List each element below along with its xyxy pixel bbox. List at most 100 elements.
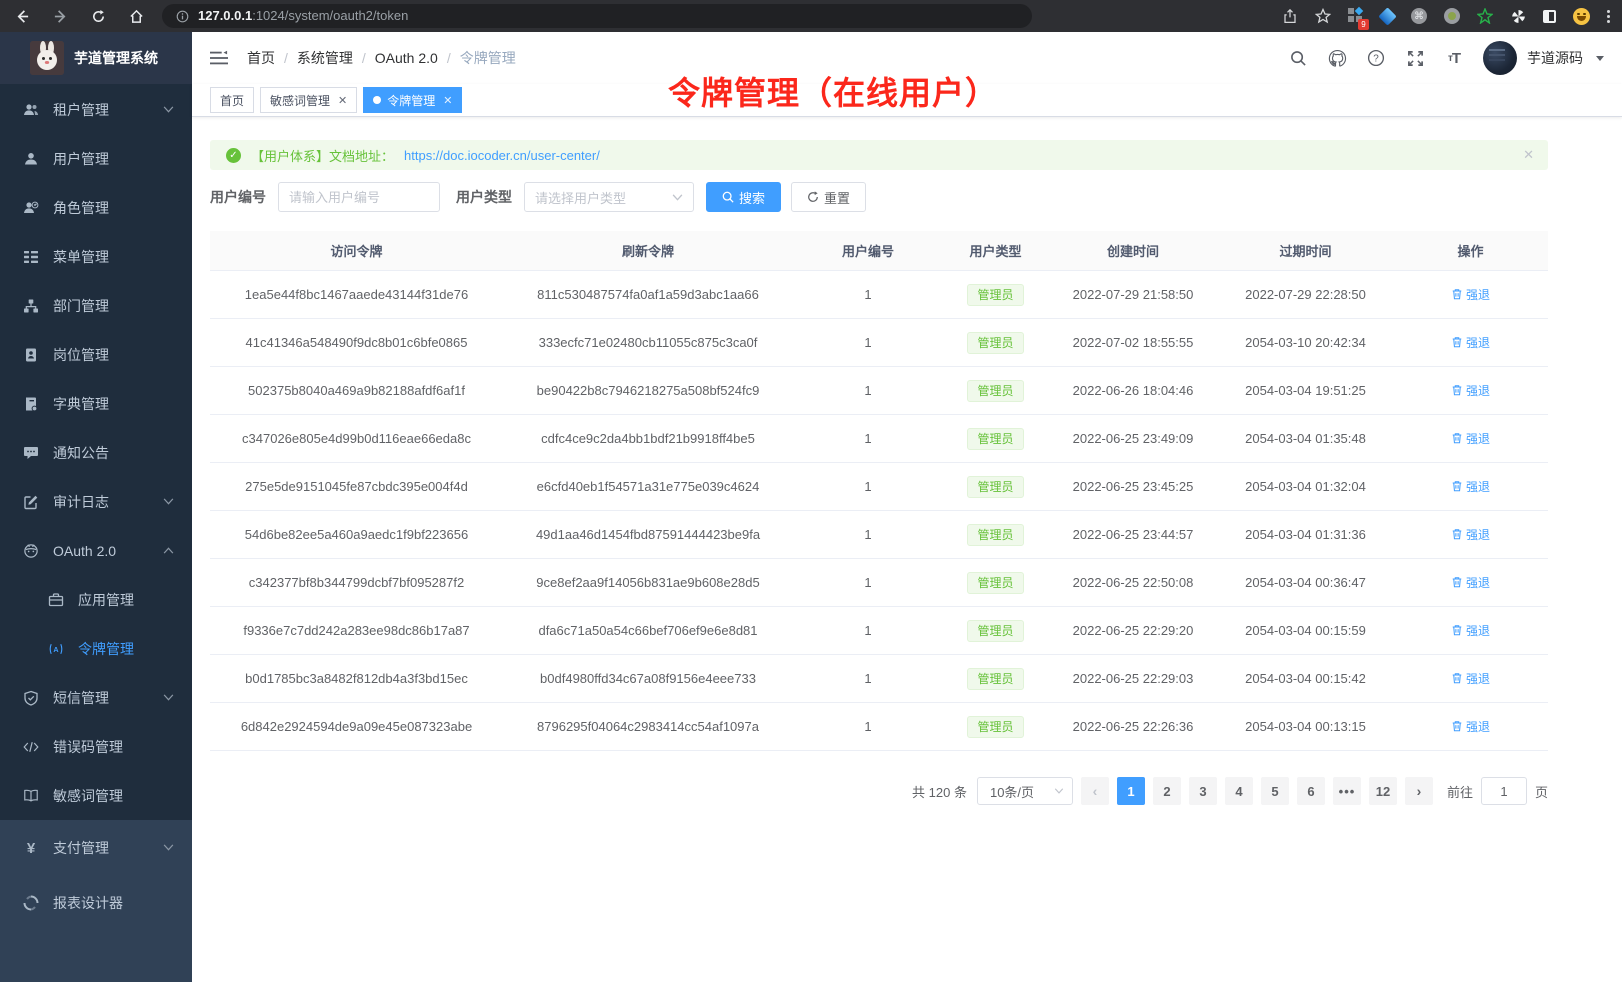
sidebar-item-dept[interactable]: 部门管理 bbox=[0, 281, 192, 330]
user-avatar[interactable] bbox=[1483, 41, 1517, 75]
reset-button[interactable]: 重置 bbox=[791, 182, 866, 212]
dot-extension-icon[interactable] bbox=[1444, 8, 1460, 24]
tab-close-icon[interactable]: ✕ bbox=[338, 94, 347, 107]
page-button-6[interactable]: 6 bbox=[1297, 777, 1325, 805]
prev-page-button[interactable]: ‹ bbox=[1081, 777, 1109, 805]
action-cell: 强退 bbox=[1393, 718, 1548, 736]
shield-check-icon bbox=[23, 690, 39, 706]
sidebar-item-notice[interactable]: 通知公告 bbox=[0, 428, 192, 477]
sidebar-item-menu[interactable]: 菜单管理 bbox=[0, 232, 192, 281]
username[interactable]: 芋道源码 bbox=[1527, 48, 1583, 68]
tab-敏感词管理[interactable]: 敏感词管理✕ bbox=[260, 87, 357, 113]
url-bar[interactable]: 127.0.0.1:1024/system/oauth2/token bbox=[162, 4, 1032, 28]
user-menu-caret-icon[interactable] bbox=[1596, 56, 1604, 61]
sidebar-item-report[interactable]: 报表设计器 bbox=[0, 875, 192, 930]
sidebar-item-user[interactable]: 用户管理 bbox=[0, 134, 192, 183]
force-logout-button[interactable]: 强退 bbox=[1451, 670, 1490, 687]
extension-icon[interactable]: 9 bbox=[1348, 8, 1364, 24]
svg-text:A: A bbox=[53, 644, 58, 653]
force-logout-button[interactable]: 强退 bbox=[1451, 382, 1490, 399]
github-icon[interactable] bbox=[1327, 48, 1347, 68]
browser-menu-icon[interactable] bbox=[1607, 10, 1610, 23]
command-extension-icon[interactable]: ⌘ bbox=[1411, 8, 1427, 24]
created-time-cell: 2022-07-02 18:55:55 bbox=[1048, 335, 1218, 350]
force-logout-button[interactable]: 强退 bbox=[1451, 430, 1490, 447]
user-id-cell: 1 bbox=[793, 719, 943, 734]
force-logout-button[interactable]: 强退 bbox=[1451, 622, 1490, 639]
alert-doc-link[interactable]: https://doc.iocoder.cn/user-center/ bbox=[404, 148, 600, 163]
user-id-cell: 1 bbox=[793, 671, 943, 686]
trash-icon bbox=[1451, 576, 1463, 588]
sidebar-item-sensitive[interactable]: 敏感词管理 bbox=[0, 771, 192, 820]
star-extension-icon[interactable] bbox=[1477, 8, 1493, 24]
user-id-input[interactable] bbox=[278, 182, 440, 212]
sidebar-item-errcode[interactable]: 错误码管理 bbox=[0, 722, 192, 771]
reload-icon[interactable] bbox=[90, 8, 106, 24]
action-cell: 强退 bbox=[1393, 526, 1548, 544]
gem-extension-icon[interactable] bbox=[1378, 7, 1396, 25]
badge-icon bbox=[23, 347, 39, 363]
forward-icon[interactable] bbox=[52, 8, 68, 24]
page-size-select[interactable]: 10条/页 bbox=[977, 777, 1073, 805]
sidebar-item-post[interactable]: 岗位管理 bbox=[0, 330, 192, 379]
page-button-1[interactable]: 1 bbox=[1117, 777, 1145, 805]
home-icon[interactable] bbox=[128, 8, 144, 24]
page-button-4[interactable]: 4 bbox=[1225, 777, 1253, 805]
page-button-3[interactable]: 3 bbox=[1189, 777, 1217, 805]
tab-首页[interactable]: 首页 bbox=[210, 87, 254, 113]
doc-alert: ✓ 【用户体系】文档地址： https://doc.iocoder.cn/use… bbox=[210, 140, 1548, 170]
sidebar-item-tenant[interactable]: 租户管理 bbox=[0, 85, 192, 134]
column-header: 用户编号 bbox=[793, 241, 943, 260]
sidebar-item-role[interactable]: 角色管理 bbox=[0, 183, 192, 232]
action-cell: 强退 bbox=[1393, 286, 1548, 304]
profile-avatar-icon[interactable] bbox=[1573, 8, 1590, 25]
app-logo[interactable]: 芋道管理系统 bbox=[0, 32, 192, 84]
bookmark-star-icon[interactable] bbox=[1315, 8, 1331, 24]
font-size-icon[interactable]: тT bbox=[1444, 48, 1464, 68]
search-button[interactable]: 搜索 bbox=[706, 182, 781, 212]
user-type-select[interactable]: 请选择用户类型 bbox=[524, 182, 694, 212]
sidebar-item-label: 用户管理 bbox=[53, 149, 109, 169]
sidebar-item-pay[interactable]: ¥支付管理 bbox=[0, 820, 192, 875]
user-type-cell: 管理员 bbox=[943, 668, 1048, 690]
force-logout-button[interactable]: 强退 bbox=[1451, 574, 1490, 591]
share-icon[interactable] bbox=[1282, 8, 1298, 24]
created-time-cell: 2022-06-25 23:45:25 bbox=[1048, 479, 1218, 494]
fullscreen-icon[interactable] bbox=[1405, 48, 1425, 68]
alert-close-icon[interactable]: ✕ bbox=[1523, 147, 1534, 163]
trash-icon bbox=[1451, 480, 1463, 492]
site-info-icon[interactable] bbox=[174, 8, 190, 24]
user-type-cell: 管理员 bbox=[943, 572, 1048, 594]
user-type-tag: 管理员 bbox=[967, 716, 1023, 738]
sidebar-item-sms[interactable]: 短信管理 bbox=[0, 673, 192, 722]
sidebar-extension-icon[interactable] bbox=[1543, 10, 1556, 23]
next-page-button[interactable]: › bbox=[1405, 777, 1433, 805]
tab-令牌管理[interactable]: 令牌管理✕ bbox=[363, 87, 462, 113]
user-type-cell: 管理员 bbox=[943, 332, 1048, 354]
force-logout-button[interactable]: 强退 bbox=[1451, 478, 1490, 495]
help-icon[interactable]: ? bbox=[1366, 48, 1386, 68]
breadcrumb-item[interactable]: OAuth 2.0 bbox=[375, 50, 438, 66]
more-pages-button[interactable]: ••• bbox=[1333, 777, 1361, 805]
pinwheel-extension-icon[interactable] bbox=[1510, 8, 1526, 24]
page-button-2[interactable]: 2 bbox=[1153, 777, 1181, 805]
back-icon[interactable] bbox=[14, 8, 30, 24]
page-jumper-input[interactable] bbox=[1481, 777, 1527, 805]
page-button-12[interactable]: 12 bbox=[1369, 777, 1397, 805]
force-logout-button[interactable]: 强退 bbox=[1451, 334, 1490, 351]
tab-close-icon[interactable]: ✕ bbox=[443, 94, 452, 107]
sidebar-item-dict[interactable]: 字典管理 bbox=[0, 379, 192, 428]
sidebar-item-oauth-app[interactable]: 应用管理 bbox=[0, 575, 192, 624]
page-button-5[interactable]: 5 bbox=[1261, 777, 1289, 805]
breadcrumb-item[interactable]: 首页 bbox=[247, 48, 275, 68]
force-logout-button[interactable]: 强退 bbox=[1451, 526, 1490, 543]
force-logout-button[interactable]: 强退 bbox=[1451, 286, 1490, 303]
hamburger-icon[interactable] bbox=[209, 48, 229, 68]
sidebar-item-token[interactable]: A令牌管理 bbox=[0, 624, 192, 673]
sidebar-item-audit[interactable]: 审计日志 bbox=[0, 477, 192, 526]
sidebar-item-oauth[interactable]: OAuth 2.0 bbox=[0, 526, 192, 575]
user-id-cell: 1 bbox=[793, 335, 943, 350]
breadcrumb-item[interactable]: 系统管理 bbox=[297, 48, 353, 68]
force-logout-button[interactable]: 强退 bbox=[1451, 718, 1490, 735]
search-icon[interactable] bbox=[1288, 48, 1308, 68]
